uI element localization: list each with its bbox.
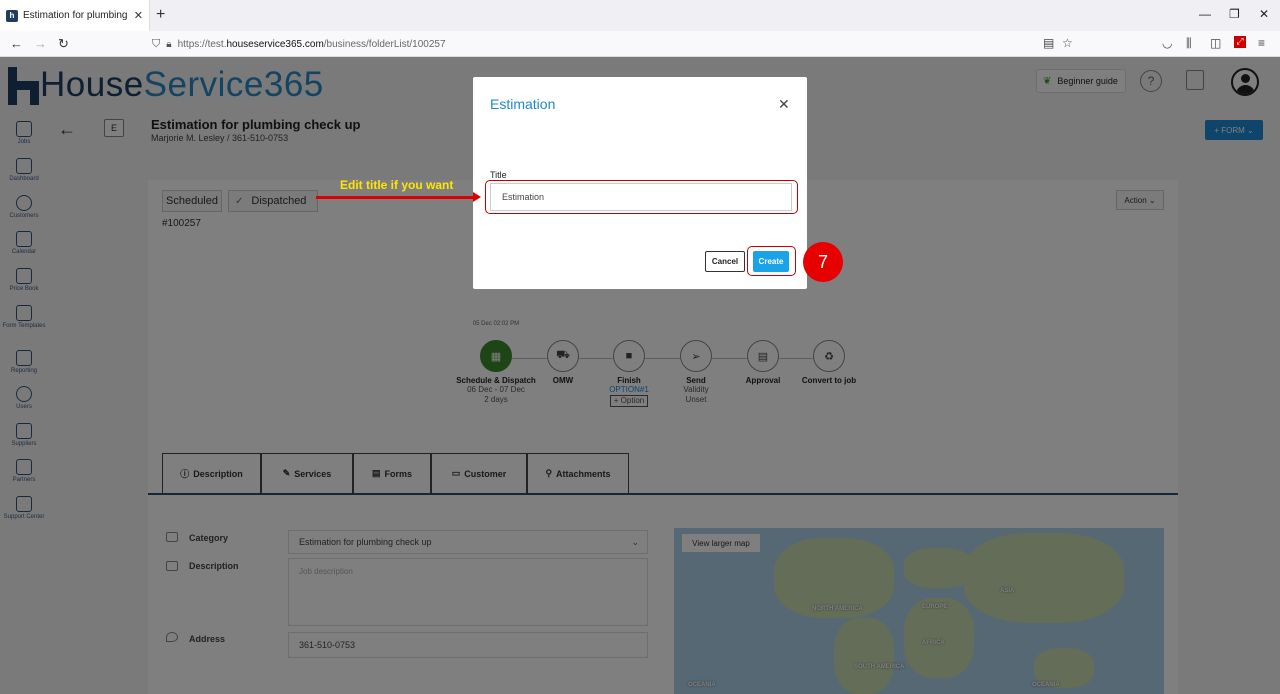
url-prefix: https://test. bbox=[177, 38, 227, 50]
browser-tab[interactable]: h Estimation for plumbing check ✕ bbox=[0, 0, 150, 31]
back-arrow-icon[interactable]: ← bbox=[10, 36, 23, 51]
extension-icon[interactable]: ⤢ bbox=[1234, 36, 1246, 48]
pocket-icon[interactable]: ◡ bbox=[1162, 36, 1172, 50]
close-tab-icon[interactable]: ✕ bbox=[134, 9, 143, 22]
step-number-badge: 7 bbox=[803, 242, 843, 282]
modal-title: Estimation bbox=[490, 96, 556, 112]
annotation-callout: Edit title if you want bbox=[340, 178, 454, 192]
site-favicon-icon: h bbox=[6, 9, 18, 22]
minimize-window-button[interactable]: — bbox=[1199, 7, 1211, 21]
menu-icon[interactable]: ≡ bbox=[1258, 36, 1265, 50]
url-domain: houseservice365.com bbox=[226, 38, 324, 50]
library-icon[interactable]: ⫼ bbox=[1186, 36, 1192, 51]
url-path: /business/folderList/100257 bbox=[323, 38, 446, 50]
tab-title: Estimation for plumbing check bbox=[23, 10, 130, 21]
bookmark-star-icon[interactable]: ☆ bbox=[1062, 36, 1073, 50]
annotation-arrow bbox=[316, 196, 478, 199]
title-field-label: Title bbox=[490, 170, 507, 180]
tracking-shield-icon[interactable]: ⛉ bbox=[152, 38, 160, 51]
annotation-arrow-head bbox=[473, 192, 481, 202]
browser-tab-bar: h Estimation for plumbing check ✕ + — ❐ … bbox=[0, 0, 1280, 31]
create-highlight-box bbox=[747, 246, 796, 276]
lock-icon[interactable]: 🔒︎ bbox=[166, 39, 171, 50]
title-highlight-box bbox=[485, 180, 798, 214]
close-window-button[interactable]: ✕ bbox=[1259, 7, 1269, 21]
estimation-modal: Estimation ✕ Title Estimation Cancel Cre… bbox=[473, 77, 807, 289]
reload-icon[interactable]: ↻ bbox=[58, 36, 69, 52]
new-tab-button[interactable]: + bbox=[156, 6, 165, 24]
sidebar-toggle-icon[interactable]: ◫ bbox=[1210, 36, 1221, 50]
close-icon[interactable]: ✕ bbox=[778, 96, 790, 113]
browser-nav-bar: ← → ↻ ⛉ 🔒︎ https://test. houseservice365.… bbox=[0, 31, 1280, 57]
url-bar[interactable]: ⛉ 🔒︎ https://test. houseservice365.com/bu… bbox=[152, 33, 1082, 55]
restore-window-button[interactable]: ❐ bbox=[1229, 7, 1240, 21]
forward-arrow-icon[interactable]: → bbox=[34, 36, 47, 51]
reader-view-icon[interactable]: ▤ bbox=[1043, 36, 1054, 50]
cancel-button[interactable]: Cancel bbox=[705, 251, 745, 272]
